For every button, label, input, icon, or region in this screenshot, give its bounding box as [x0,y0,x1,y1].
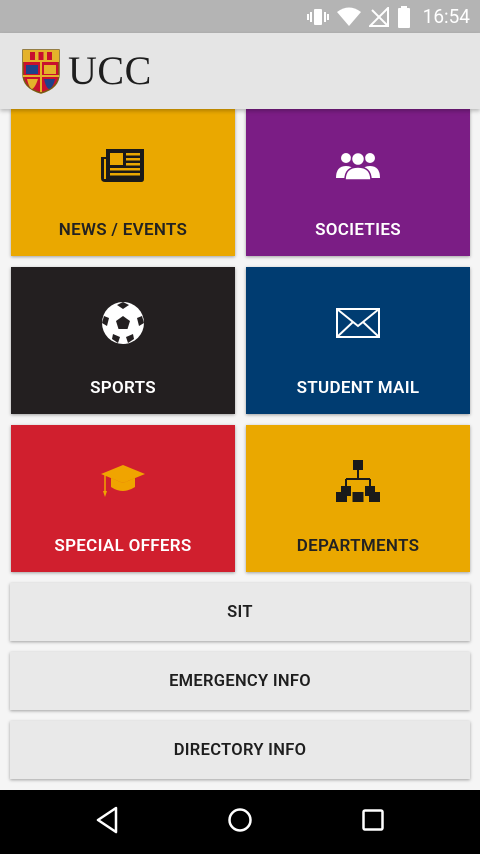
tile-special-offers[interactable]: SPECIAL OFFERS [11,425,235,572]
tile-societies[interactable]: SOCIETIES [246,109,470,256]
app-title: UCC [68,48,152,93]
home-icon[interactable] [227,806,253,838]
app-bar: UCC [0,33,480,109]
tile-label: SPECIAL OFFERS [54,536,192,556]
emergency-info-button[interactable]: EMERGENCY INFO [10,652,470,710]
graduation-cap-icon [11,459,235,503]
tile-label: NEWS / EVENTS [58,220,188,240]
tile-label: SPORTS [90,378,156,398]
recents-icon[interactable] [361,806,385,838]
newspaper-icon [11,143,235,187]
tile-news-events[interactable]: NEWS / EVENTS [11,109,235,256]
system-nav-bar [0,790,480,854]
back-icon[interactable] [95,806,119,838]
button-label: SIT [227,602,253,622]
envelope-icon [246,301,470,345]
wifi-icon [336,7,361,27]
group-icon [246,143,470,187]
status-time: 16:54 [422,5,470,28]
tile-label: SOCIETIES [315,220,401,240]
tile-departments[interactable]: DEPARTMENTS [246,425,470,572]
status-bar: 16:54 [0,0,480,33]
no-signal-icon [368,6,389,27]
vibrate-icon [306,7,329,27]
button-label: EMERGENCY INFO [169,671,311,691]
directory-info-button[interactable]: DIRECTORY INFO [10,721,470,779]
status-icons: 16:54 [306,0,470,33]
ucc-crest-logo [21,48,61,94]
sit-button[interactable]: SIT [10,583,470,641]
tile-label: STUDENT MAIL [296,378,420,398]
button-label: DIRECTORY INFO [173,740,307,760]
battery-icon [397,5,411,28]
tile-label: DEPARTMENTS [296,536,420,556]
org-chart-icon [246,459,470,503]
tile-sports[interactable]: SPORTS [11,267,235,414]
soccer-ball-icon [11,301,235,345]
tile-student-mail[interactable]: STUDENT MAIL [246,267,470,414]
